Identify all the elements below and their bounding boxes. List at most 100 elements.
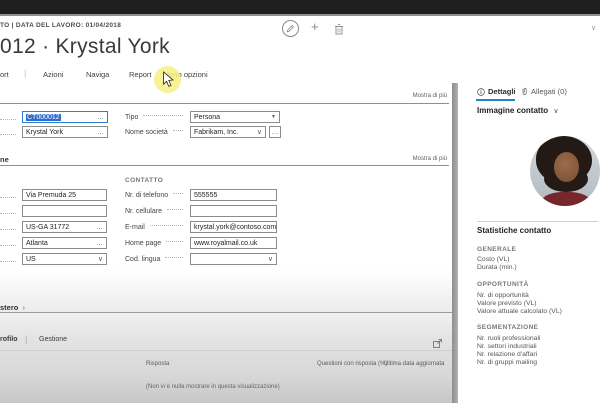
assist-edit-icon[interactable]: … <box>95 129 104 136</box>
tipo-label-row: Tipo <box>125 111 188 123</box>
cap-field[interactable]: US-GA 31772 … <box>22 221 107 233</box>
dropdown-arrow-icon[interactable]: ▼ <box>269 114 276 120</box>
ribbon-item-azioni[interactable]: Azioni <box>43 70 63 79</box>
vertical-scrollbar[interactable] <box>452 83 458 403</box>
homepage-field[interactable]: www.royalmail.co.uk <box>190 237 277 249</box>
group-segmentazione: SEGMENTAZIONE <box>477 324 539 331</box>
stat-valore-attuale: Valore attuale calcolato (VL) <box>477 308 562 315</box>
dotted-leader <box>173 193 183 194</box>
cellulare-field[interactable] <box>190 205 277 217</box>
chevron-down-icon[interactable]: ∨ <box>96 255 103 263</box>
mouse-cursor <box>162 71 174 93</box>
factbox-divider <box>477 221 598 222</box>
plus-icon: + <box>311 19 319 34</box>
lingua-field[interactable]: ∨ <box>190 253 277 265</box>
dotted-leader <box>0 244 16 246</box>
dotted-leader <box>166 241 183 242</box>
new-button[interactable]: + <box>311 19 319 34</box>
contact-name-value: Krystal York <box>26 128 63 136</box>
ribbon-item-partial[interactable]: ort <box>0 70 9 79</box>
tipo-label: Tipo <box>125 113 139 121</box>
dotted-leader <box>149 225 183 226</box>
assist-edit-icon[interactable]: … <box>94 224 103 231</box>
dotted-leader <box>0 133 16 135</box>
tab-dettagli-label: Dettagli <box>488 87 516 96</box>
chevron-down-icon: ∨ <box>553 108 559 115</box>
contact-photo <box>530 136 600 206</box>
show-more-general[interactable]: Mostra di più <box>401 93 447 99</box>
photo-shoulders <box>542 192 590 206</box>
dotted-leader <box>165 257 183 258</box>
cellulare-label-row: Nr. cellulare <box>125 205 188 217</box>
homepage-value: www.royalmail.co.uk <box>194 239 258 247</box>
show-more-communication[interactable]: Mostra di più <box>401 156 447 162</box>
dotted-leader <box>0 196 16 198</box>
homepage-label: Home page <box>125 239 162 247</box>
contact-name-field[interactable]: Krystal York … <box>22 126 108 138</box>
expand-icon <box>433 339 442 348</box>
factbox-tab-allegati[interactable]: Allegati (0) <box>521 87 567 96</box>
trash-icon <box>335 24 343 35</box>
email-label: E-mail <box>125 223 145 231</box>
ribbon-divider: | <box>24 68 27 78</box>
edit-button[interactable] <box>282 20 299 37</box>
country-field[interactable]: US ∨ <box>22 253 107 265</box>
societa-assist-button[interactable]: … <box>269 126 281 138</box>
cursor-arrow-icon <box>163 71 174 87</box>
immagine-contatto-label: Immagine contatto <box>477 106 549 115</box>
telefono-field[interactable]: 555555 <box>190 189 277 201</box>
city-field[interactable]: Atlanta … <box>22 237 107 249</box>
cellulare-label: Nr. cellulare <box>125 207 162 215</box>
factbox-tab-dettagli[interactable]: Dettagli <box>477 87 516 96</box>
statistiche-contatto-title[interactable]: Statistiche contatto <box>477 226 551 235</box>
telefono-value: 555555 <box>194 191 218 199</box>
assist-edit-icon[interactable]: … <box>94 240 103 247</box>
tab-gestione[interactable]: Gestione <box>39 336 67 343</box>
societa-field[interactable]: Fabrikam, Inc. ∨ <box>190 126 266 138</box>
contact-no-field[interactable]: CT000012 … <box>22 111 108 123</box>
cap-value: US-GA 31772 <box>26 223 70 231</box>
chevron-down-icon[interactable]: ∨ <box>255 128 262 136</box>
column-questioni[interactable]: Questioni con risposta (%) <box>317 361 387 367</box>
dotted-leader <box>166 209 183 210</box>
email-label-row: E-mail <box>125 221 188 233</box>
contact-no-value: CT000012 <box>26 113 61 121</box>
societa-label-row: Nome società <box>125 126 188 138</box>
address2-field[interactable] <box>22 205 107 217</box>
group-generale: GENERALE <box>477 246 517 253</box>
chevron-right-icon: › <box>22 303 25 312</box>
tipo-select[interactable]: Persona ▼ <box>190 111 280 123</box>
tab-strip-divider <box>0 350 452 351</box>
tipo-value: Persona <box>194 113 221 121</box>
dotted-leader <box>0 118 16 120</box>
dotted-leader <box>172 130 183 131</box>
email-field[interactable]: krystal.york@contoso.com <box>190 221 277 233</box>
immagine-contatto-header[interactable]: Immagine contatto ∨ <box>477 106 558 115</box>
context-breadcrumb: TO | DATA DEL LAVORO: 01/04/2018 <box>0 22 122 29</box>
section-divider-general <box>0 103 449 104</box>
societa-value: Fabrikam, Inc. <box>194 128 239 136</box>
column-risposta[interactable]: Risposta <box>146 361 169 367</box>
contatto-group-label: CONTATTO <box>125 177 164 184</box>
address-value: Via Premuda 25 <box>26 191 77 199</box>
chevron-down-icon[interactable]: ∨ <box>266 255 273 263</box>
collapse-header-icon[interactable]: ∨ <box>591 24 596 32</box>
photo-face <box>554 152 579 182</box>
stat-gruppi-mailing: Nr. di gruppi mailing <box>477 359 538 366</box>
section-header-estero[interactable]: stero › <box>0 303 25 312</box>
subpage-profilo: rofilo | Gestione Risposta Questioni con… <box>0 313 452 403</box>
assist-edit-icon[interactable]: … <box>95 114 104 121</box>
section-divider-communication <box>0 165 449 166</box>
page-title: 012 · Krystal York <box>0 35 170 58</box>
ribbon-item-report[interactable]: Report <box>129 70 152 79</box>
tab-profilo[interactable]: rofilo <box>0 336 18 343</box>
column-ultima-data[interactable]: Ultima data aggiornata <box>384 361 444 367</box>
address-field[interactable]: Via Premuda 25 <box>22 189 107 201</box>
city-value: Atlanta <box>26 239 48 247</box>
lingua-label: Cod. lingua <box>125 255 161 263</box>
ribbon-item-naviga[interactable]: Naviga <box>86 70 109 79</box>
delete-button[interactable] <box>334 22 344 40</box>
business-central-window: TO | DATA DEL LAVORO: 01/04/2018 012 · K… <box>0 0 600 403</box>
section-header-comunicazione[interactable]: ne <box>0 155 9 164</box>
group-opportunita: OPPORTUNITÀ <box>477 281 529 288</box>
